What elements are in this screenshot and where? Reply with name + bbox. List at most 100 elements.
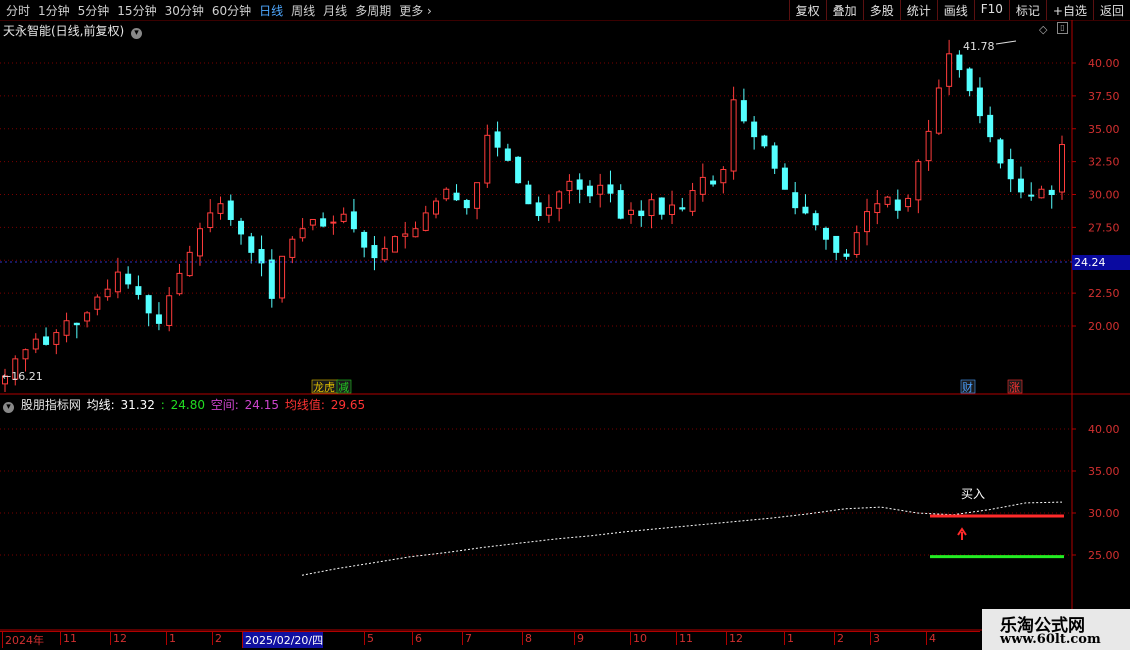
date-axis-label: 1: [784, 632, 794, 645]
candle-body: [114, 271, 121, 293]
date-axis-label: 2: [834, 632, 844, 645]
settings-diamond-icon[interactable]: ◇: [1039, 23, 1047, 36]
candle-body: [720, 169, 727, 184]
period-tab[interactable]: 月线: [319, 2, 351, 19]
main-y-tick-label: 20.00: [1088, 320, 1120, 333]
indicator-dropdown-icon[interactable]: ▾: [3, 402, 14, 413]
candle-body: [956, 54, 963, 71]
period-tab[interactable]: 更多 ›: [395, 2, 436, 19]
candle-body: [196, 228, 203, 257]
candle-body: [412, 228, 419, 238]
main-y-tick-label: 30.00: [1088, 189, 1120, 202]
candle-body: [166, 295, 173, 326]
candle-body: [997, 139, 1004, 164]
period-tab[interactable]: 60分钟: [208, 2, 255, 19]
candle-body: [84, 312, 91, 322]
candle-body: [279, 255, 286, 299]
panel-toggle-icon[interactable]: ▯: [1057, 22, 1068, 34]
date-axis: 2024年 11 12 1 2 2025/02/20/四 5 6 7 8 9 10 11 12 1 2 3 4: [0, 631, 980, 648]
date-axis-label: 12: [110, 632, 127, 645]
toolbar-button[interactable]: 统计: [899, 0, 937, 20]
candle-body: [1038, 188, 1045, 199]
toolbar-button[interactable]: +自选: [1045, 0, 1093, 20]
candle-body: [474, 182, 481, 209]
date-axis-label: 7: [462, 632, 472, 645]
main-y-tick-label: 40.00: [1088, 57, 1120, 70]
candle-body: [443, 188, 450, 200]
date-axis-label: 3: [870, 632, 880, 645]
candle-body: [617, 190, 624, 219]
toolbar-right-buttons: 复权 叠加 多股 统计 画线 F10 标记 +自选 返回: [788, 0, 1130, 20]
candle-body: [299, 228, 306, 239]
candle-body: [905, 197, 912, 208]
candle-body: [545, 207, 552, 216]
candle-body: [874, 203, 881, 214]
candle-body: [463, 200, 470, 209]
candle-body: [309, 218, 316, 226]
candle-body: [853, 232, 860, 255]
candle-body: [268, 259, 275, 299]
toolbar-button[interactable]: 叠加: [825, 0, 863, 20]
candle-body: [627, 209, 634, 215]
candle-body: [976, 87, 983, 117]
date-axis-label: 1: [166, 632, 176, 645]
period-tab[interactable]: 30分钟: [161, 2, 208, 19]
period-tab[interactable]: 5分钟: [74, 2, 114, 19]
candle-body: [258, 249, 265, 264]
period-tab[interactable]: 15分钟: [113, 2, 160, 19]
candle-body: [556, 191, 563, 209]
period-toolbar: 分时 1分钟 5分钟 15分钟 30分钟 60分钟 日线 周线 月线 多周期 更多 › 复权 叠加 多股…: [0, 0, 1130, 21]
candle-body: [176, 272, 183, 295]
avg-value: 31.32: [120, 398, 155, 412]
candle-body: [320, 218, 327, 227]
toolbar-button[interactable]: 画线: [936, 0, 974, 20]
candle-body: [484, 134, 491, 184]
toolbar-button[interactable]: 复权: [788, 0, 826, 20]
candle-body: [946, 53, 953, 87]
period-tab[interactable]: 周线: [287, 2, 319, 19]
indicator-y-tick-label: 40.00: [1088, 423, 1120, 436]
candle-body: [679, 207, 686, 210]
candle-body: [350, 211, 357, 230]
period-tab[interactable]: 日线: [255, 2, 287, 19]
date-axis-label: 2: [212, 632, 222, 645]
candle-body: [884, 196, 891, 205]
period-tab[interactable]: 分时: [2, 2, 34, 19]
candle-body: [781, 167, 788, 190]
candle-body: [607, 184, 614, 194]
toolbar-button[interactable]: 多股: [862, 0, 900, 20]
candle-body: [966, 68, 973, 92]
indicator-title: ▾ 股朋指标网 均线: 31.32 : 24.80 空间: 24.15 均线值:…: [3, 396, 367, 413]
candle-body: [125, 273, 132, 285]
period-tab[interactable]: 多周期: [351, 2, 395, 19]
date-axis-label: 9: [574, 632, 584, 645]
title-dropdown-icon[interactable]: ▾: [131, 28, 143, 39]
avg-label: 均线:: [86, 398, 115, 412]
candle-body: [330, 221, 337, 224]
indicator-y-tick-label: 30.00: [1088, 507, 1120, 520]
candle-body: [915, 161, 922, 201]
period-tab[interactable]: 1分钟: [34, 2, 74, 19]
main-y-tick-label: 32.50: [1088, 156, 1120, 169]
kong-label: 空间:: [210, 398, 239, 412]
toolbar-button[interactable]: F10: [973, 0, 1009, 20]
date-axis-label: 10: [630, 632, 647, 645]
date-axis-label: 8: [522, 632, 532, 645]
candle-body: [422, 212, 429, 231]
candle-body: [145, 295, 152, 314]
stock-chart-canvas[interactable]: 20.00 22.50 25.00 27.50 30.00 32.50 35.00 37.50…: [0, 20, 1130, 631]
candle-body: [515, 156, 522, 184]
candle-body: [669, 204, 676, 215]
period-tabs: 分时 1分钟 5分钟 15分钟 30分钟 60分钟 日线 周线 月线 多周期 更多 ›: [2, 2, 436, 19]
date-axis-label: 2024年: [2, 632, 44, 648]
candle-body: [822, 227, 829, 240]
indicator-name: 股朋指标网: [20, 398, 81, 412]
candle-body: [710, 180, 717, 185]
signal-marker-text: 涨: [1009, 381, 1020, 394]
toolbar-button[interactable]: 返回: [1092, 0, 1130, 20]
candle-body: [740, 100, 747, 122]
low-price-label: ←16.21: [2, 370, 43, 383]
candle-body: [63, 320, 70, 336]
candle-body: [935, 87, 942, 134]
toolbar-button[interactable]: 标记: [1008, 0, 1046, 20]
